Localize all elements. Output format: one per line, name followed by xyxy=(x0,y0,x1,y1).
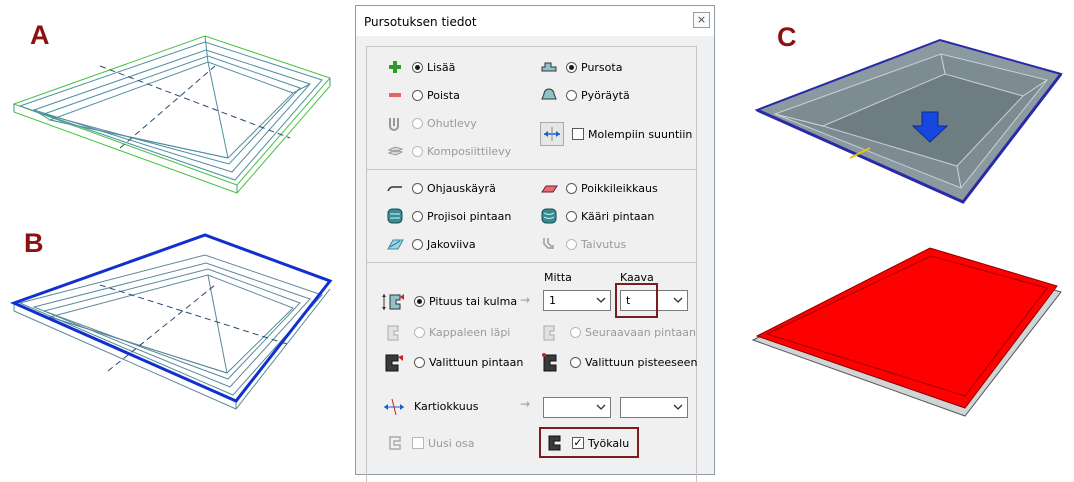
through-part-radio[interactable] xyxy=(414,326,425,338)
bend-icon xyxy=(540,235,558,253)
project-surface-option[interactable]: Projisoi pintaan xyxy=(386,206,511,226)
composite-sheet-icon xyxy=(386,142,404,160)
split-line-radio[interactable] xyxy=(412,238,423,250)
next-surface-label: Seuraavaan pintaan xyxy=(585,325,696,339)
new-part-label: Uusi osa xyxy=(428,436,475,450)
cross-section-option[interactable]: Poikkileikkaus xyxy=(540,178,658,198)
to-selected-surface-option[interactable]: Valittuun pintaan xyxy=(382,352,523,372)
new-part-icon xyxy=(386,434,404,452)
guide-curve-label: Ohjauskäyrä xyxy=(427,181,496,195)
remove-radio[interactable] xyxy=(412,89,423,101)
plus-icon xyxy=(386,58,404,76)
split-line-label: Jakoviiva xyxy=(427,237,476,251)
both-directions-icon xyxy=(540,122,564,146)
taper-formula-combo[interactable] xyxy=(620,397,688,418)
thin-sheet-label: Ohutlevy xyxy=(427,116,477,130)
chevron-down-icon xyxy=(596,297,606,303)
dimension-column-label: Mitta xyxy=(544,271,572,284)
guide-curve-option[interactable]: Ohjauskäyrä xyxy=(386,178,496,198)
next-surface-icon xyxy=(540,323,562,341)
wrap-surface-label: Kääri pintaan xyxy=(581,209,655,223)
project-surface-icon xyxy=(386,207,404,225)
to-selected-point-label: Valittuun pisteeseen xyxy=(585,355,698,369)
length-arrow-icon: → xyxy=(520,293,531,307)
add-label: Lisää xyxy=(427,60,456,74)
cross-section-label: Poikkileikkaus xyxy=(581,181,658,195)
new-part-option[interactable]: Uusi osa xyxy=(386,433,475,453)
project-surface-label: Projisoi pintaan xyxy=(427,209,512,223)
project-surface-radio[interactable] xyxy=(412,210,423,222)
composite-sheet-option[interactable]: Komposiittilevy xyxy=(386,141,511,161)
both-directions-option[interactable]: Molempiin suuntiin xyxy=(540,122,693,146)
through-part-option[interactable]: Kappaleen läpi xyxy=(382,322,510,342)
taper-option[interactable]: Kartiokkuus xyxy=(382,396,478,416)
remove-option[interactable]: Poista xyxy=(386,85,460,105)
dimension-combo[interactable]: 1 xyxy=(543,290,611,311)
revolve-icon xyxy=(540,86,558,104)
length-or-angle-option[interactable]: Pituus tai kulma xyxy=(382,291,517,311)
add-option[interactable]: Lisää xyxy=(386,57,455,77)
through-part-icon xyxy=(382,323,406,341)
thin-sheet-radio[interactable] xyxy=(412,117,423,129)
wrap-surface-radio[interactable] xyxy=(566,210,577,222)
taper-dimension-combo[interactable] xyxy=(543,397,611,418)
length-angle-label: Pituus tai kulma xyxy=(429,294,518,308)
extrusion-dialog: Pursotuksen tiedot × Lisää Poista Ohutle… xyxy=(355,5,715,482)
wrap-surface-option[interactable]: Kääri pintaan xyxy=(540,206,654,226)
length-angle-radio[interactable] xyxy=(414,295,425,307)
tool-highlight xyxy=(539,427,639,458)
cross-section-icon xyxy=(540,179,558,197)
to-selected-point-radio[interactable] xyxy=(570,356,581,368)
taper-arrow-icon: → xyxy=(520,397,531,411)
to-selected-point-option[interactable]: Valittuun pisteeseen xyxy=(540,352,697,372)
next-surface-option[interactable]: Seuraavaan pintaan xyxy=(540,322,696,342)
cross-section-radio[interactable] xyxy=(566,182,577,194)
bend-option[interactable]: Taivutus xyxy=(540,234,626,254)
add-radio[interactable] xyxy=(412,61,423,73)
extrude-label: Pursota xyxy=(581,60,623,74)
guide-curve-radio[interactable] xyxy=(412,182,423,194)
remove-label: Poista xyxy=(427,88,460,102)
dialog-titlebar: Pursotuksen tiedot × xyxy=(356,6,714,36)
to-selected-surface-icon xyxy=(382,353,406,372)
split-line-icon xyxy=(386,235,404,253)
both-directions-checkbox[interactable] xyxy=(572,128,584,140)
to-selected-point-icon xyxy=(540,353,562,372)
bend-radio[interactable] xyxy=(566,238,577,250)
next-surface-radio[interactable] xyxy=(570,326,581,338)
revolve-label: Pyöräytä xyxy=(581,88,630,102)
thin-sheet-icon xyxy=(386,114,404,132)
length-angle-icon xyxy=(382,292,406,310)
extrude-radio[interactable] xyxy=(566,61,577,73)
revolve-option[interactable]: Pyöräytä xyxy=(540,85,630,105)
composite-sheet-label: Komposiittilevy xyxy=(427,144,512,158)
wrap-surface-icon xyxy=(540,207,558,225)
chevron-down-icon xyxy=(673,404,683,410)
formula-highlight xyxy=(615,283,658,318)
dimension-value: 1 xyxy=(549,294,556,307)
split-line-option[interactable]: Jakoviiva xyxy=(386,234,476,254)
dialog-title: Pursotuksen tiedot xyxy=(364,15,477,29)
both-directions-label: Molempiin suuntiin xyxy=(588,127,693,141)
revolve-radio[interactable] xyxy=(566,89,577,101)
through-part-label: Kappaleen läpi xyxy=(429,325,511,339)
guide-curve-icon xyxy=(386,179,404,197)
shaded-tray-c xyxy=(751,38,1063,417)
chevron-down-icon xyxy=(596,404,606,410)
minus-icon xyxy=(386,86,404,104)
to-selected-surface-radio[interactable] xyxy=(414,356,425,368)
taper-label: Kartiokkuus xyxy=(414,399,479,413)
close-button[interactable]: × xyxy=(693,12,710,28)
bend-label: Taivutus xyxy=(581,237,627,251)
new-part-checkbox[interactable] xyxy=(412,437,424,449)
extrude-option[interactable]: Pursota xyxy=(540,57,622,77)
extrude-icon xyxy=(540,58,558,76)
taper-icon xyxy=(382,397,406,416)
chevron-down-icon xyxy=(673,297,683,303)
composite-sheet-radio[interactable] xyxy=(412,145,423,157)
wireframe-tray-a xyxy=(12,35,331,194)
thin-sheet-option[interactable]: Ohutlevy xyxy=(386,113,477,133)
to-selected-surface-label: Valittuun pintaan xyxy=(429,355,524,369)
wireframe-tray-b xyxy=(9,233,333,410)
